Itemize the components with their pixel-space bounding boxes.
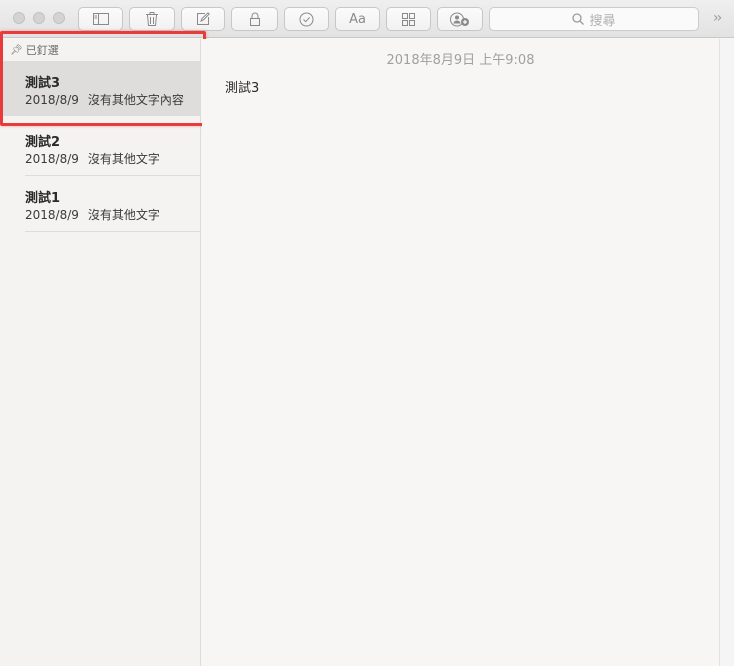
note-date: 2018/8/9: [25, 152, 79, 166]
trash-icon: [146, 12, 158, 26]
list-divider: [25, 231, 200, 232]
note-date: 2018/8/9: [25, 208, 79, 222]
delete-note-button[interactable]: [129, 7, 175, 31]
checklist-button[interactable]: [284, 7, 329, 31]
sidebar-toggle-icon: [92, 13, 109, 25]
checklist-icon: [299, 12, 314, 26]
note-editor[interactable]: 2018年8月9日 上午9:08 測試3: [202, 39, 719, 666]
format-icon: Aa: [349, 11, 366, 27]
note-list-item[interactable]: 測試1 2018/8/9 沒有其他文字: [0, 176, 200, 231]
search-field[interactable]: 搜尋: [489, 7, 699, 31]
annotation-highlight-box: [0, 31, 206, 126]
note-body-text[interactable]: 測試3: [225, 77, 259, 96]
attachments-grid-icon: [402, 12, 415, 26]
attachments-button[interactable]: [386, 7, 431, 31]
note-list-item[interactable]: 測試2 2018/8/9 沒有其他文字: [0, 120, 200, 175]
search-icon: [572, 13, 585, 25]
search-placeholder: 搜尋: [589, 13, 616, 29]
add-people-icon: [450, 12, 469, 26]
note-subtitle: 2018/8/9 沒有其他文字: [25, 150, 160, 167]
editor-scrollbar[interactable]: [719, 39, 734, 666]
note-preview: 沒有其他文字: [87, 152, 160, 166]
note-title: 測試2: [25, 135, 61, 150]
note-timestamp: 2018年8月9日 上午9:08: [386, 53, 535, 68]
lock-icon: [249, 12, 260, 26]
format-button[interactable]: Aa: [335, 7, 380, 31]
note-subtitle: 2018/8/9 沒有其他文字: [25, 206, 160, 223]
add-people-button[interactable]: [437, 7, 483, 31]
zoom-window-button[interactable]: [53, 12, 65, 24]
toolbar-overflow-chevron-icon[interactable]: ››: [713, 10, 722, 26]
minimize-window-button[interactable]: [33, 12, 45, 24]
new-note-button[interactable]: [181, 7, 225, 31]
close-window-button[interactable]: [13, 12, 25, 24]
lock-note-button[interactable]: [231, 7, 278, 31]
note-preview: 沒有其他文字: [87, 208, 160, 222]
compose-icon: [197, 12, 210, 25]
notes-list-sidebar: 📌︎ 已釘選 測試3 2018/8/9 沒有其他文字內容 測試2 2018/8/9…: [0, 39, 201, 666]
note-title: 測試1: [25, 191, 61, 206]
sidebar-toggle-button[interactable]: [78, 7, 123, 31]
